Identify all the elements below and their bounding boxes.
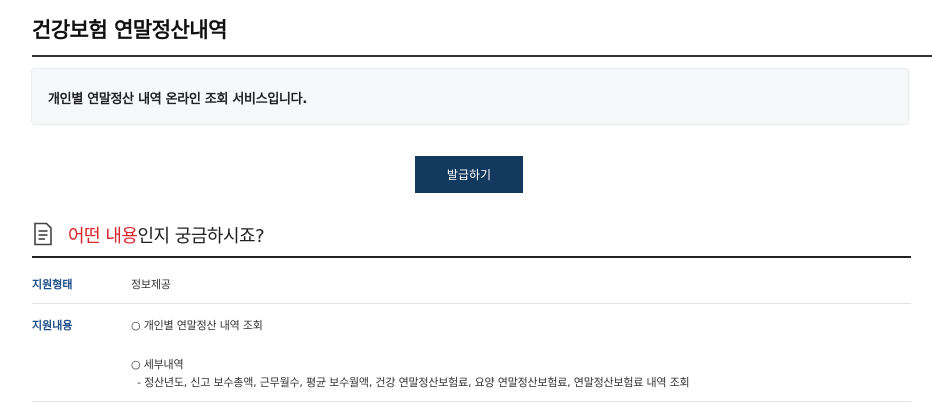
section-heading-rest: 인지 궁금하시죠? — [137, 226, 265, 247]
section-heading: 어떤 내용인지 궁금하시죠? — [68, 222, 265, 248]
row-label-support-type: 지원형태 — [32, 278, 73, 291]
row-divider — [32, 401, 911, 402]
row-value-content-line: - 정산년도, 신고 보수총액, 근무월수, 평균 보수월액, 건강 연말정산보… — [137, 376, 690, 389]
row-divider — [32, 303, 911, 304]
section-divider — [32, 256, 911, 258]
row-value-support-type: 정보제공 — [131, 278, 171, 291]
row-value-content-line: ○ 세부내역 — [131, 358, 184, 371]
title-divider — [32, 55, 932, 57]
row-label-support-content: 지원내용 — [32, 319, 73, 332]
issue-button[interactable]: 발급하기 — [415, 156, 523, 193]
document-list-icon — [33, 222, 53, 246]
section-heading-accent: 어떤 내용 — [68, 226, 138, 247]
page-title: 건강보험 연말정산내역 — [32, 18, 228, 42]
info-box: 개인별 연말정산 내역 온라인 조회 서비스입니다. — [31, 68, 909, 125]
row-value-content-line: ○ 개인별 연말정산 내역 조회 — [131, 319, 263, 332]
info-text: 개인별 연말정산 내역 온라인 조회 서비스입니다. — [48, 92, 307, 107]
